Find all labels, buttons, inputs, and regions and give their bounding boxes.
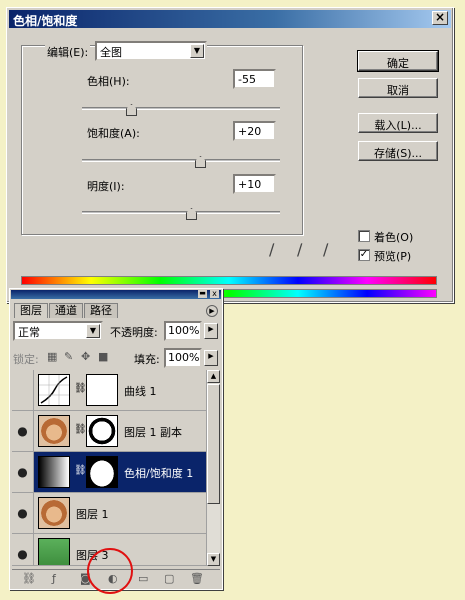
lock-paint-icon[interactable]: ✎ (64, 350, 73, 363)
colorize-label: 着色(O) (374, 231, 414, 244)
edit-label: 编辑(E): (45, 44, 91, 60)
layer-name: 色相/饱和度 1 (124, 467, 194, 480)
layer-name: 图层 1 (76, 508, 109, 521)
layer-row-curves[interactable]: ⛓ 曲线 1 (12, 370, 206, 411)
tab-layers[interactable]: 图层 (14, 303, 48, 318)
layer-mask-thumbnail[interactable] (86, 415, 118, 447)
new-group-icon[interactable]: ▭ (138, 572, 148, 585)
edit-channel-value: 全图 (100, 46, 122, 59)
fill-label: 填充: (134, 353, 160, 366)
blend-mode-value: 正常 (18, 326, 40, 339)
preview-checkbox[interactable]: ✓ (358, 249, 370, 261)
chevron-down-icon: ▼ (86, 324, 100, 338)
scroll-thumb[interactable] (207, 384, 220, 504)
layer-thumbnail (38, 497, 70, 529)
lock-label: 锁定: (13, 353, 39, 366)
dialog-title: 色相/饱和度 (13, 14, 78, 28)
highlight-circle (87, 548, 133, 594)
tab-paths[interactable]: 路径 (84, 303, 118, 318)
eye-icon[interactable]: ● (12, 452, 34, 492)
curves-adjustment-icon (38, 374, 70, 406)
mask-link-icon[interactable]: ⛓ (74, 465, 87, 479)
blend-mode-select[interactable]: 正常 ▼ (13, 321, 103, 341)
scroll-down-icon[interactable]: ▼ (207, 553, 220, 566)
new-layer-icon[interactable]: ▢ (164, 572, 174, 585)
link-layers-icon[interactable]: ⛓ (22, 572, 36, 585)
delete-layer-icon[interactable]: 🗑 (190, 572, 204, 585)
layer-row-hue-saturation[interactable]: ● ⛓ 色相/饱和度 1 (12, 452, 206, 493)
colorize-checkbox[interactable] (358, 230, 370, 242)
opacity-input[interactable]: 100% (164, 321, 202, 341)
layer-style-icon[interactable]: ƒ (52, 572, 56, 585)
input-spectrum-bar (21, 276, 437, 285)
eye-icon[interactable]: ● (12, 411, 34, 451)
eye-icon[interactable]: ● (12, 493, 34, 533)
layer-thumbnail (38, 538, 70, 565)
lightness-slider-track[interactable] (82, 211, 280, 214)
panel-tabs: 图层 通道 路径 (14, 303, 118, 318)
layer-mask-thumbnail[interactable] (86, 456, 118, 488)
hue-saturation-dialog: 色相/饱和度 × 编辑(E): 全图 ▼ 色相(H): -55 饱和度(A): … (6, 7, 454, 303)
dialog-title-bar[interactable]: 色相/饱和度 × (9, 10, 451, 28)
lock-move-icon[interactable]: ✥ (81, 350, 90, 363)
cancel-button[interactable]: 取消 (358, 78, 438, 98)
lock-all-icon[interactable]: ■ (98, 350, 108, 363)
lightness-input[interactable]: +10 (233, 174, 276, 194)
lightness-label: 明度(I): (87, 180, 125, 193)
saturation-slider-track[interactable] (82, 159, 280, 162)
mask-link-icon[interactable]: ⛓ (74, 424, 87, 438)
layer-name: 图层 1 副本 (124, 426, 182, 439)
opacity-arrow-icon[interactable]: ▶ (204, 323, 218, 339)
opacity-label: 不透明度: (110, 326, 158, 339)
chevron-down-icon: ▼ (190, 44, 204, 58)
minimize-icon[interactable]: ▬ (198, 290, 207, 298)
visibility-toggle[interactable] (12, 370, 34, 410)
hue-slider-track[interactable] (82, 107, 280, 110)
fill-input[interactable]: 100% (164, 348, 202, 368)
preview-label: 预览(P) (374, 250, 412, 263)
layer-mask-thumbnail[interactable] (86, 374, 118, 406)
saturation-label: 饱和度(A): (87, 127, 140, 140)
mask-link-icon[interactable]: ⛓ (74, 383, 87, 397)
hue-label: 色相(H): (87, 75, 130, 88)
tab-channels[interactable]: 通道 (49, 303, 83, 318)
ok-button[interactable]: 确定 (357, 50, 439, 72)
hue-saturation-adjustment-icon (38, 456, 70, 488)
panel-title-bar[interactable]: ▬ x (11, 290, 221, 299)
lock-transparency-icon[interactable]: ▦ (47, 350, 57, 363)
layer-row-layer1-copy[interactable]: ● ⛓ 图层 1 副本 (12, 411, 206, 452)
save-button[interactable]: 存储(S)... (358, 141, 438, 161)
eye-icon[interactable]: ● (12, 534, 34, 565)
layers-panel: ▬ x 图层 通道 路径 ▶ 正常 ▼ 不透明度: 100% ▶ 锁定: ▦ ✎… (9, 288, 223, 590)
eyedropper-minus-icon[interactable]: ∕ (323, 240, 328, 259)
saturation-input[interactable]: +20 (233, 121, 276, 141)
scroll-up-icon[interactable]: ▲ (207, 370, 220, 383)
edit-channel-select[interactable]: 全图 ▼ (95, 41, 207, 61)
close-button[interactable]: × (432, 11, 448, 25)
eyedropper-plus-icon[interactable]: ∕ (297, 240, 302, 259)
layers-scrollbar[interactable]: ▲ ▼ (206, 370, 220, 566)
close-icon[interactable]: x (210, 290, 219, 298)
layer-thumbnail (38, 415, 70, 447)
load-button[interactable]: 载入(L)... (358, 113, 438, 133)
layer-row-layer1[interactable]: ● 图层 1 (12, 493, 206, 534)
close-icon: × (434, 10, 446, 24)
eyedropper-icon[interactable]: ∕ (269, 240, 274, 259)
fill-arrow-icon[interactable]: ▶ (204, 350, 218, 366)
hue-input[interactable]: -55 (233, 69, 276, 89)
layer-name: 曲线 1 (124, 385, 157, 398)
panel-menu-icon[interactable]: ▶ (206, 305, 218, 317)
